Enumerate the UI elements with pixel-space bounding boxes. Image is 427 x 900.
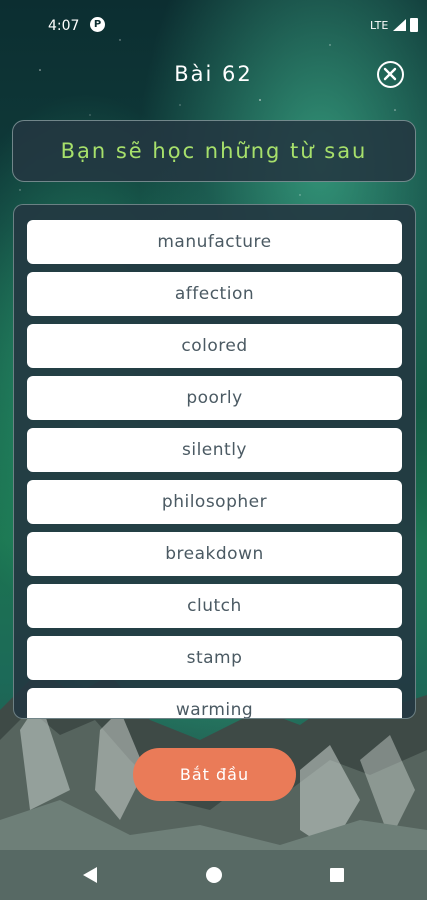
- word-item[interactable]: philosopher: [27, 480, 402, 524]
- word-list-panel[interactable]: manufacture affection colored poorly sil…: [13, 204, 416, 719]
- word-item[interactable]: colored: [27, 324, 402, 368]
- signal-icon: [393, 19, 406, 31]
- start-button[interactable]: Bắt đầu: [133, 748, 296, 801]
- word-item[interactable]: breakdown: [27, 532, 402, 576]
- battery-icon: [410, 18, 418, 32]
- word-item[interactable]: stamp: [27, 636, 402, 680]
- navigation-bar: [0, 850, 427, 900]
- status-time: 4:07: [48, 18, 80, 34]
- lesson-title: Bài 62: [174, 62, 253, 86]
- notification-icon: P: [90, 17, 105, 32]
- word-item[interactable]: manufacture: [27, 220, 402, 264]
- back-icon[interactable]: [82, 866, 98, 884]
- intro-banner: Bạn sẽ học những từ sau: [12, 120, 416, 182]
- word-item[interactable]: poorly: [27, 376, 402, 420]
- word-item[interactable]: affection: [27, 272, 402, 316]
- recent-apps-icon[interactable]: [330, 868, 344, 882]
- word-item[interactable]: clutch: [27, 584, 402, 628]
- close-button[interactable]: [377, 61, 404, 88]
- word-item[interactable]: warming: [27, 688, 402, 718]
- home-icon[interactable]: [206, 867, 222, 883]
- word-list: manufacture affection colored poorly sil…: [27, 220, 402, 718]
- status-bar: 4:07 P LTE: [0, 0, 427, 50]
- close-icon: [383, 67, 397, 81]
- network-type: LTE: [370, 19, 389, 32]
- word-item[interactable]: silently: [27, 428, 402, 472]
- intro-text: Bạn sẽ học những từ sau: [60, 139, 368, 163]
